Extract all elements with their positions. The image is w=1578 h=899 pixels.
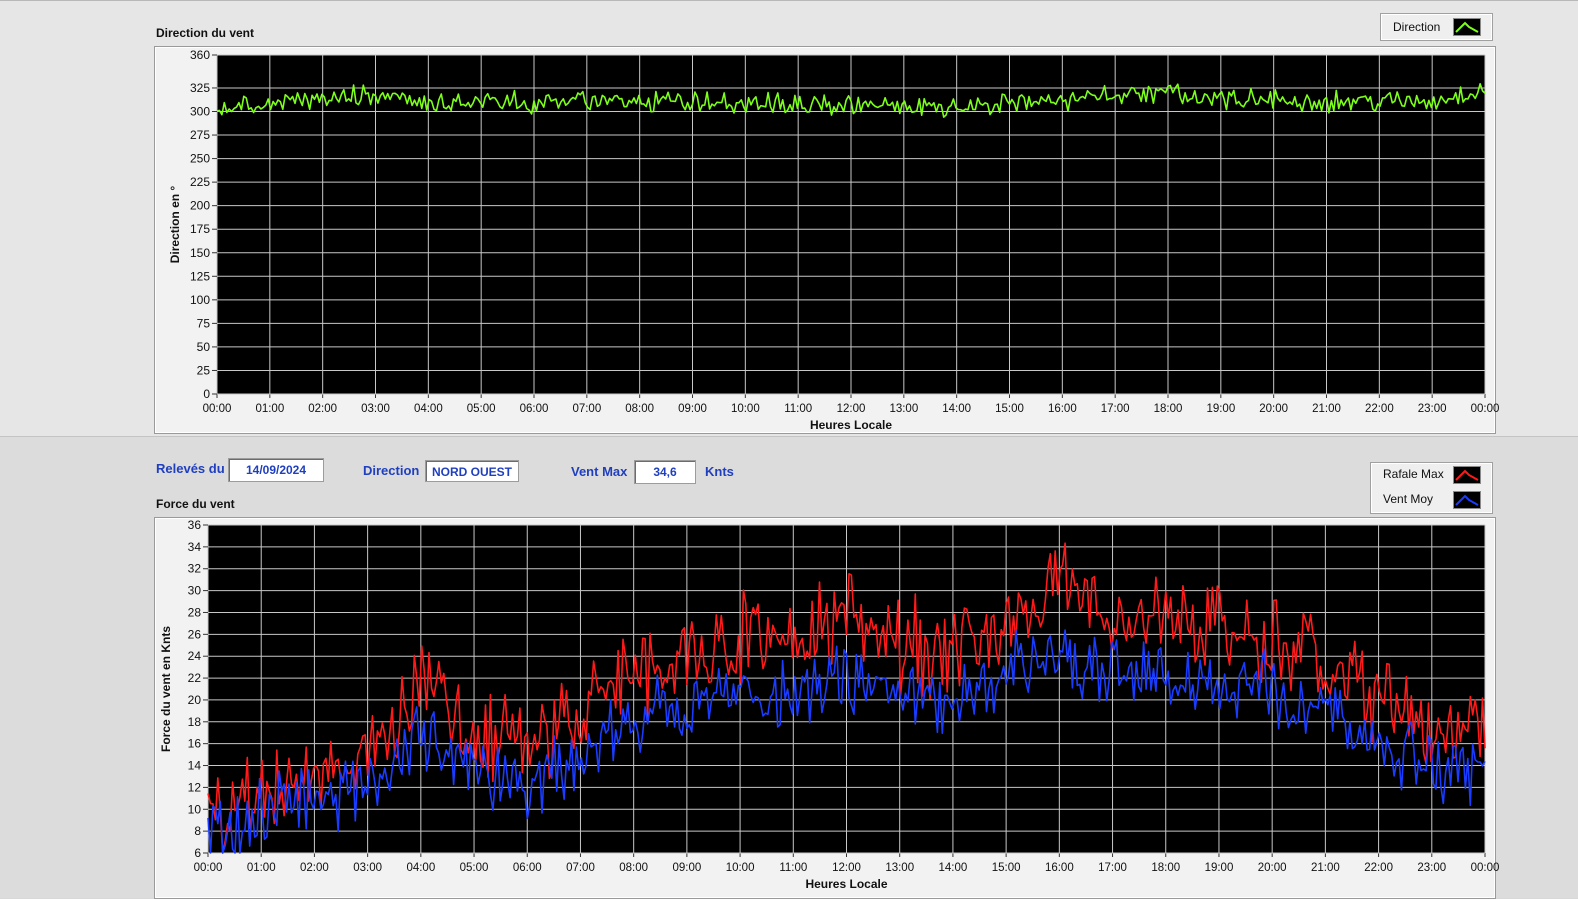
force-x-tick-label: 17:00 — [1098, 862, 1127, 874]
force-x-tick-label: 13:00 — [885, 862, 914, 874]
force-y-tick-label: 28 — [188, 605, 202, 619]
force-x-tick-label: 21:00 — [1311, 862, 1340, 874]
force-y-tick-label: 6 — [194, 846, 201, 860]
force-x-tick-label: 22:00 — [1364, 862, 1393, 874]
force-x-tick-label: 09:00 — [672, 862, 701, 874]
force-x-axis-label: Heures Locale — [805, 877, 887, 891]
force-x-tick-label: 07:00 — [566, 862, 595, 874]
force-x-tick-label: 06:00 — [513, 862, 542, 874]
force-x-tick-label: 16:00 — [1045, 862, 1074, 874]
force-chart[interactable]: 00:00 01:00 02:00 03:00 04:00 05:00 06:00 07:00… — [0, 0, 1578, 897]
force-x-tick-label: 00:00 — [194, 862, 223, 874]
force-x-tick-label: 12:00 — [832, 862, 861, 874]
force-y-tick-label: 34 — [188, 540, 202, 554]
force-x-tick-label: 02:00 — [300, 862, 329, 874]
force-y-tick-label: 36 — [188, 518, 202, 532]
force-y-axis-label: Force du vent en Knts — [159, 626, 173, 752]
force-y-tick-label: 26 — [188, 627, 202, 641]
force-x-tick-label: 11:00 — [779, 862, 807, 874]
force-x-tick-label: 23:00 — [1417, 862, 1446, 874]
force-y-tick-label: 20 — [188, 693, 202, 707]
force-x-tick-label: 08:00 — [619, 862, 648, 874]
force-y-tick-label: 22 — [188, 671, 202, 685]
force-y-tick-label: 30 — [188, 584, 202, 598]
force-y-tick-label: 14 — [188, 759, 202, 773]
force-x-tick-label: 20:00 — [1258, 862, 1287, 874]
force-x-tick-label: 15:00 — [992, 862, 1021, 874]
force-y-tick-label: 10 — [188, 802, 202, 816]
force-y-tick-label: 8 — [194, 824, 201, 838]
force-x-tick-label: 19:00 — [1205, 862, 1234, 874]
force-y-tick-label: 32 — [188, 562, 202, 576]
force-x-tick-label: 18:00 — [1151, 862, 1180, 874]
force-y-tick-label: 24 — [188, 649, 202, 663]
force-x-tick-label: 00:00 — [1471, 862, 1500, 874]
force-x-tick-label: 03:00 — [353, 862, 382, 874]
force-x-tick-label: 04:00 — [406, 862, 435, 874]
force-x-tick-label: 05:00 — [460, 862, 489, 874]
force-x-tick-label: 10:00 — [726, 862, 755, 874]
force-y-tick-label: 16 — [188, 737, 202, 751]
force-x-tick-label: 14:00 — [939, 862, 968, 874]
force-x-tick-label: 01:00 — [247, 862, 276, 874]
force-y-tick-label: 12 — [188, 780, 202, 794]
force-y-tick-label: 18 — [188, 715, 202, 729]
